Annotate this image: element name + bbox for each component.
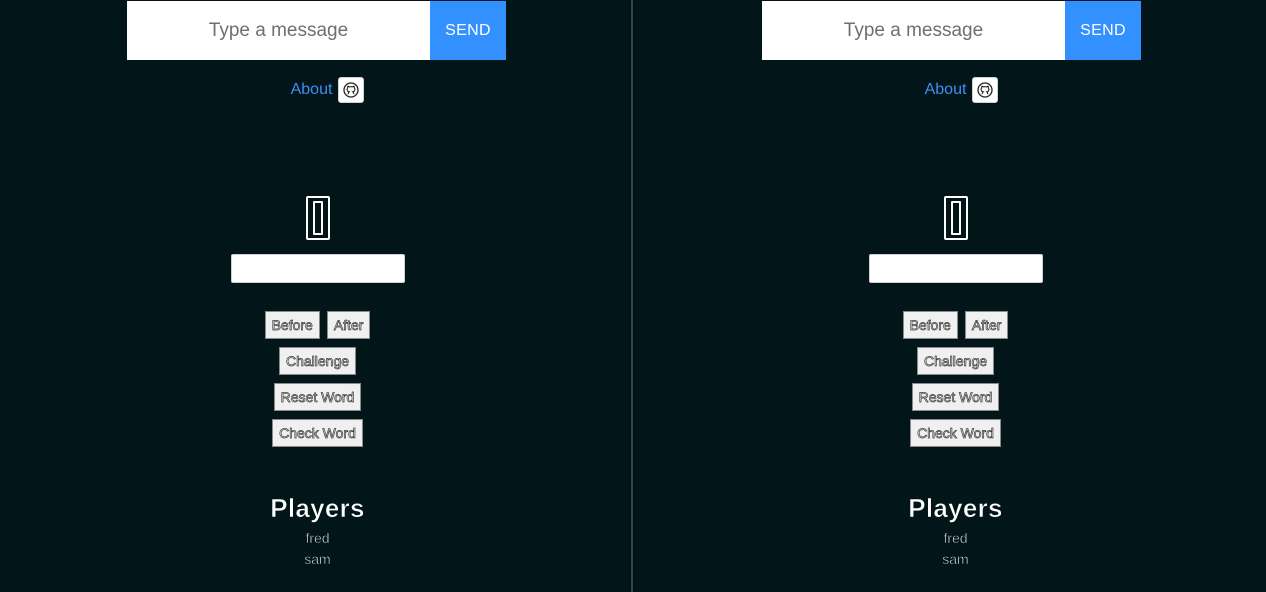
player-name: fred [305,530,330,547]
check-word-button[interactable]: Check Word [910,419,1001,447]
about-link[interactable]: About [291,81,333,99]
about-row: About [645,77,1266,103]
challenge-button[interactable]: Challenge [278,347,357,375]
before-button[interactable]: Before [264,311,320,339]
letter-input[interactable] [868,254,1043,283]
after-button[interactable]: After [326,311,371,339]
about-link[interactable]: About [925,81,967,99]
word-cursor [950,201,961,235]
check-row: Check Word [910,419,1001,447]
right-pane: SEND About Before After Challenge [633,0,1266,592]
player-name: sam [304,551,331,568]
reset-row: Reset Word [273,383,362,411]
chat-form: SEND [127,1,506,60]
message-input[interactable] [762,1,1065,60]
letter-input[interactable] [230,254,405,283]
send-button[interactable]: SEND [430,1,506,60]
check-row: Check Word [272,419,363,447]
about-row: About [12,77,643,103]
chat-form: SEND [762,1,1141,60]
word-display [943,196,968,240]
split-screen: SEND About Before After Challenge [0,0,1266,592]
send-button[interactable]: SEND [1065,1,1141,60]
check-word-button[interactable]: Check Word [272,419,363,447]
challenge-button[interactable]: Challenge [916,347,995,375]
before-after-row: Before After [902,311,1009,339]
github-icon[interactable] [338,77,365,103]
reset-word-button[interactable]: Reset Word [273,383,362,411]
message-input[interactable] [127,1,430,60]
left-pane: SEND About Before After Challenge [0,0,631,592]
reset-word-button[interactable]: Reset Word [911,383,1000,411]
player-name: sam [942,551,969,568]
players-heading: Players [270,493,365,524]
challenge-row: Challenge [916,347,995,375]
game-area: Before After Challenge Reset Word Check … [639,196,1266,567]
before-button[interactable]: Before [902,311,958,339]
player-name: fred [943,530,968,547]
challenge-row: Challenge [278,347,357,375]
after-button[interactable]: After [964,311,1009,339]
before-after-row: Before After [264,311,371,339]
github-icon[interactable] [972,77,999,103]
word-display [305,196,330,240]
game-area: Before After Challenge Reset Word Check … [2,196,633,567]
word-cursor [312,201,323,235]
reset-row: Reset Word [911,383,1000,411]
players-heading: Players [908,493,1003,524]
